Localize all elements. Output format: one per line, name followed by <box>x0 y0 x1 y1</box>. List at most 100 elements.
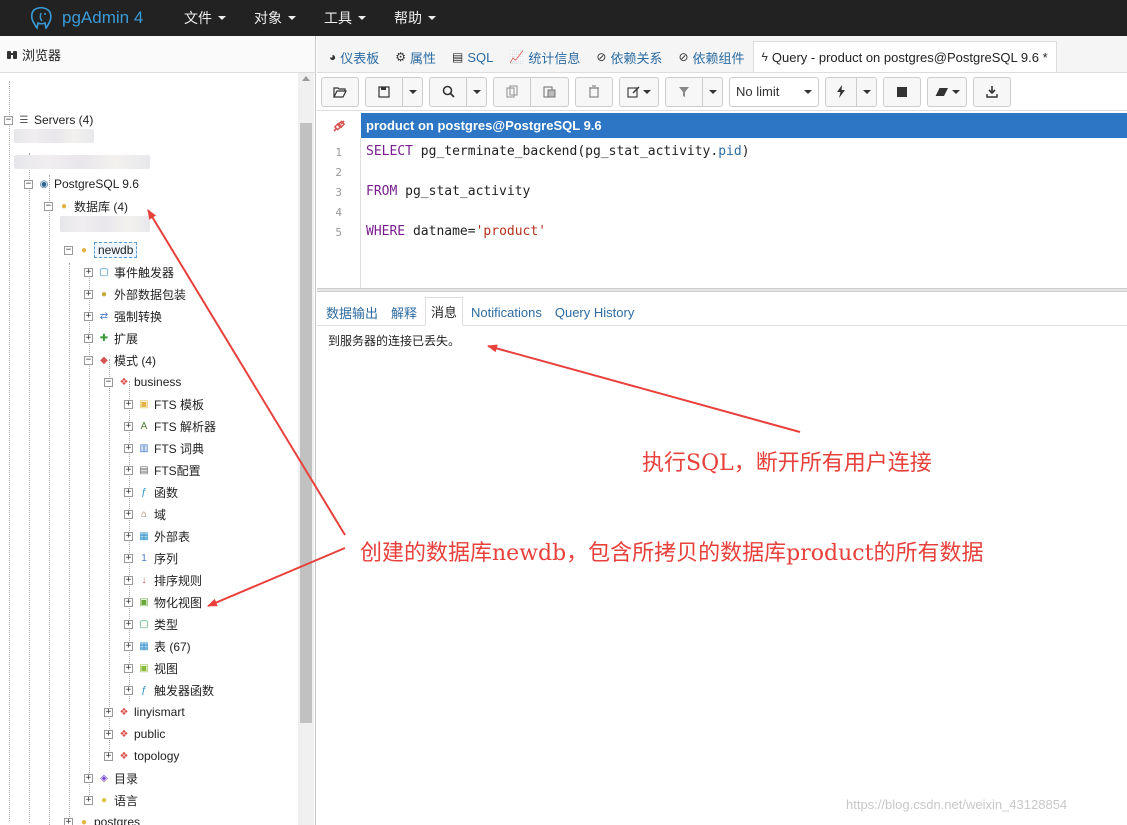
scroll-up-arrow-icon[interactable] <box>302 76 310 81</box>
expand-toggle-icon[interactable]: + <box>124 597 133 607</box>
collapse-toggle-icon[interactable]: − <box>44 201 53 211</box>
expand-toggle-icon[interactable]: + <box>124 619 133 629</box>
collapse-toggle-icon[interactable]: − <box>84 355 93 365</box>
save-dropdown-button[interactable] <box>403 76 423 107</box>
tab-dashboard[interactable]: ◕ 仪表板 <box>321 42 387 72</box>
expand-toggle-icon[interactable]: + <box>124 509 133 519</box>
menu-help[interactable]: 帮助 <box>380 0 450 36</box>
tree-node[interactable]: + ▦ 外部表 <box>124 527 190 545</box>
browser-tree[interactable]: − ☰ Servers (4) − ◉ PostgreSQL 9.6 − ● 数据库 (4) − ●… <box>0 73 298 825</box>
expand-toggle-icon[interactable]: + <box>124 531 133 541</box>
tree-node[interactable]: + ● 外部数据包装 <box>84 285 186 303</box>
collapse-toggle-icon[interactable]: − <box>64 245 73 255</box>
menu-file[interactable]: 文件 <box>170 0 240 36</box>
tree-node[interactable]: + ● postgres <box>64 813 140 825</box>
expand-toggle-icon[interactable]: + <box>124 553 133 563</box>
expand-toggle-icon[interactable]: + <box>124 421 133 431</box>
tab-properties[interactable]: ⚙ 属性 <box>387 42 444 72</box>
output-tab[interactable]: Query History <box>550 299 639 325</box>
tree-node[interactable]: + ▢ 事件触发器 <box>84 263 174 281</box>
expand-toggle-icon[interactable]: + <box>84 333 93 343</box>
tab-statistics[interactable]: 📈 统计信息 <box>501 42 588 72</box>
tree-node[interactable]: + ▤ FTS配置 <box>124 461 201 479</box>
tree-node[interactable]: + ⇄ 强制转换 <box>84 307 162 325</box>
expand-toggle-icon[interactable]: + <box>124 663 133 673</box>
save-button[interactable] <box>365 76 403 107</box>
tree-node[interactable]: + ▥ FTS 词典 <box>124 439 204 457</box>
tree-node[interactable]: − ◆ 模式 (4) <box>84 351 156 369</box>
collapse-toggle-icon[interactable]: − <box>24 179 33 189</box>
tree-node[interactable]: + ❖ linyismart <box>104 703 185 721</box>
expand-toggle-icon[interactable]: + <box>124 575 133 585</box>
copy-button[interactable] <box>493 76 531 107</box>
brand[interactable]: pgAdmin 4 <box>0 5 170 31</box>
tree-node[interactable]: + ↓ 排序规则 <box>124 571 202 589</box>
tree-node[interactable]: + ⌂ 域 <box>124 505 166 523</box>
tree-node[interactable]: + ▦ 表 (67) <box>124 637 191 655</box>
expand-toggle-icon[interactable]: + <box>84 773 93 783</box>
expand-toggle-icon[interactable]: + <box>104 751 113 761</box>
tree-node[interactable]: − ● 数据库 (4) <box>44 197 128 215</box>
expand-toggle-icon[interactable]: + <box>84 311 93 321</box>
expand-toggle-icon[interactable]: + <box>124 487 133 497</box>
tree-node[interactable]: +1 序列 <box>124 549 178 567</box>
tree-node[interactable]: + ✚ 扩展 <box>84 329 138 347</box>
tree-node[interactable]: + ◈ 目录 <box>84 769 138 787</box>
tab-dependencies[interactable]: ⊘ 依赖关系 <box>588 42 670 72</box>
expand-toggle-icon[interactable]: + <box>124 399 133 409</box>
tree-node[interactable]: + ▣ FTS 模板 <box>124 395 204 413</box>
find-dropdown-button[interactable] <box>467 76 487 107</box>
tree-node[interactable]: − ☰ Servers (4) <box>4 111 93 129</box>
paste-button[interactable] <box>531 76 569 107</box>
expand-toggle-icon[interactable]: + <box>84 795 93 805</box>
browser-scrollbar[interactable] <box>298 73 314 825</box>
filter-dropdown-button[interactable] <box>703 76 723 107</box>
output-tab[interactable]: 数据输出 <box>321 299 383 325</box>
expand-toggle-icon[interactable]: + <box>84 267 93 277</box>
download-button[interactable] <box>973 76 1011 107</box>
find-button[interactable] <box>429 76 467 107</box>
tree-node[interactable]: + ▣ 视图 <box>124 659 178 677</box>
collapse-toggle-icon[interactable]: − <box>104 377 113 387</box>
tree-node[interactable]: + ƒ 触发器函数 <box>124 681 214 699</box>
expand-toggle-icon[interactable]: + <box>84 289 93 299</box>
expand-toggle-icon[interactable]: + <box>124 443 133 453</box>
edit-button[interactable] <box>619 76 659 107</box>
open-file-button[interactable] <box>321 76 359 107</box>
tree-node[interactable]: − ❖ business <box>104 373 181 391</box>
expand-toggle-icon[interactable]: + <box>104 729 113 739</box>
clear-button[interactable] <box>927 76 967 107</box>
scrollbar-thumb[interactable] <box>300 123 312 723</box>
execute-button[interactable] <box>825 76 857 107</box>
sql-editor[interactable]: 1 2 3 4 5 SELECT pg_terminate_backend(pg… <box>317 138 1127 288</box>
output-tab[interactable]: 消息 <box>425 297 464 326</box>
output-tab[interactable]: 解释 <box>386 299 422 325</box>
tab-dependents[interactable]: ⊘ 依赖组件 <box>670 42 752 72</box>
menu-object[interactable]: 对象 <box>240 0 310 36</box>
tree-node[interactable]: + ❖ topology <box>104 747 179 765</box>
row-limit-select[interactable]: No limit <box>729 76 819 107</box>
expand-toggle-icon[interactable]: + <box>124 641 133 651</box>
menu-tools[interactable]: 工具 <box>310 0 380 36</box>
stop-button[interactable] <box>883 76 921 107</box>
filter-button[interactable] <box>665 76 703 107</box>
tree-node[interactable]: − ◉ PostgreSQL 9.6 <box>24 175 139 193</box>
expand-toggle-icon[interactable]: + <box>64 817 73 825</box>
delete-button[interactable] <box>575 76 613 107</box>
connection-status-button[interactable] <box>317 113 361 138</box>
tab-query-bolt[interactable]: ϟ Query - product on postgres@PostgreSQL … <box>752 41 1057 72</box>
tree-node[interactable]: − ● newdb <box>64 241 138 259</box>
editor-output-splitter[interactable] <box>317 288 1127 292</box>
tree-node[interactable]: + ● 语言 <box>84 791 138 809</box>
tree-node[interactable]: + ▣ 物化视图 <box>124 593 202 611</box>
expand-toggle-icon[interactable]: + <box>104 707 113 717</box>
execute-dropdown-button[interactable] <box>857 76 877 107</box>
expand-toggle-icon[interactable]: + <box>124 685 133 695</box>
tree-node[interactable]: + ƒ 函数 <box>124 483 178 501</box>
tree-node[interactable]: + ▢ 类型 <box>124 615 178 633</box>
expand-toggle-icon[interactable]: + <box>124 465 133 475</box>
output-tab[interactable]: Notifications <box>466 299 547 325</box>
tree-node[interactable]: + A FTS 解析器 <box>124 417 216 435</box>
tab-sql[interactable]: ▤ SQL <box>444 42 501 72</box>
collapse-toggle-icon[interactable]: − <box>4 115 13 125</box>
